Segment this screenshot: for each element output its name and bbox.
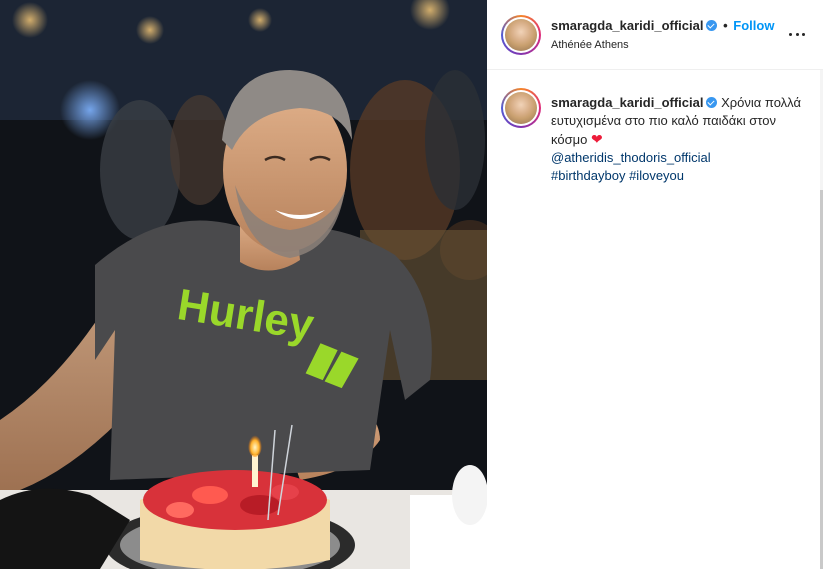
post-location[interactable]: Athénée Athens [551, 39, 629, 51]
caption-avatar[interactable] [501, 88, 541, 128]
post-header: smaragda_karidi_official • Follow Athéné… [487, 0, 823, 70]
photo-illustration: Hurley [0, 0, 487, 569]
candle-flame [248, 433, 262, 457]
heart-emoji-icon: ❤ [590, 131, 603, 147]
caption-username[interactable]: smaragda_karidi_official [551, 95, 703, 110]
instagram-post: Hurley smaragda_karidi_official • Follow… [0, 0, 823, 569]
mention-link[interactable]: @atheridis_thodoris_official [551, 150, 711, 165]
author-header-line: smaragda_karidi_official • Follow [551, 18, 774, 33]
caption-text: smaragda_karidi_official Χρόνια πολλά ευ… [551, 94, 801, 185]
post-side-panel: smaragda_karidi_official • Follow Athéné… [487, 0, 823, 569]
author-avatar[interactable] [501, 15, 541, 55]
more-options-icon[interactable] [789, 28, 805, 40]
post-photo[interactable]: Hurley [0, 0, 487, 569]
hashtag-birthdayboy[interactable]: #birthdayboy [551, 168, 625, 183]
hashtag-iloveyou[interactable]: #iloveyou [629, 168, 684, 183]
follow-button[interactable]: Follow [733, 18, 774, 33]
separator-dot: • [723, 18, 728, 33]
author-username[interactable]: smaragda_karidi_official [551, 18, 703, 33]
caption-verified-badge-icon [706, 97, 718, 108]
verified-badge-icon [706, 20, 718, 31]
